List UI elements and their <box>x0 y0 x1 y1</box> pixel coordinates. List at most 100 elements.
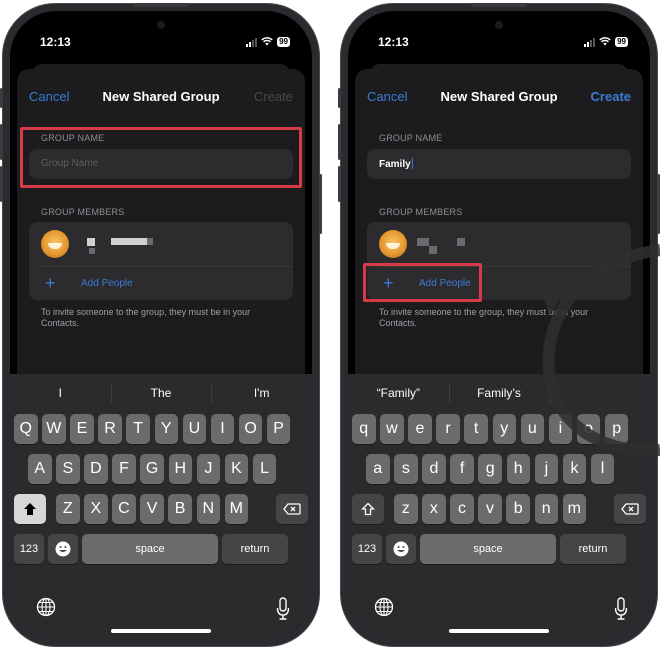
status-icons: 99 <box>584 35 628 49</box>
key[interactable]: U <box>182 414 207 444</box>
home-indicator[interactable] <box>449 629 549 633</box>
status-time: 12:13 <box>378 35 409 49</box>
wifi-icon <box>261 35 273 49</box>
add-people-label: Add People <box>81 278 133 289</box>
key[interactable]: z <box>394 494 418 524</box>
key[interactable]: r <box>436 414 460 444</box>
key[interactable]: I <box>210 414 235 444</box>
side-button <box>338 88 341 108</box>
key[interactable]: h <box>506 454 530 484</box>
key[interactable]: R <box>98 414 122 444</box>
member-row[interactable] <box>367 222 631 266</box>
key[interactable]: Q <box>14 414 38 444</box>
emoji-key[interactable] <box>386 534 416 564</box>
globe-icon[interactable] <box>374 597 394 622</box>
key[interactable]: J <box>196 454 221 484</box>
key[interactable]: x <box>422 494 446 524</box>
return-key[interactable]: return <box>222 534 288 564</box>
keyboard: I The I'm Q W E R T Y U I O P A S D F G H J K L Z X C V B N M 123 spac… <box>10 374 312 639</box>
front-camera <box>495 21 503 29</box>
key[interactable]: E <box>70 414 94 444</box>
key[interactable]: i <box>548 414 573 444</box>
key[interactable]: j <box>534 454 559 484</box>
add-people-row[interactable]: + Add People <box>29 268 293 300</box>
key[interactable]: e <box>408 414 432 444</box>
suggestion[interactable]: Family’s <box>449 386 550 400</box>
key[interactable]: A <box>28 454 52 484</box>
suggestion-divider <box>211 383 213 403</box>
key[interactable]: N <box>196 494 220 524</box>
key[interactable]: X <box>84 494 108 524</box>
delete-key[interactable] <box>614 494 646 524</box>
create-button[interactable]: Create <box>254 89 293 104</box>
key[interactable]: t <box>464 414 488 444</box>
key[interactable]: Y <box>154 414 178 444</box>
key[interactable]: H <box>168 454 192 484</box>
key[interactable]: d <box>422 454 446 484</box>
key[interactable]: s <box>394 454 418 484</box>
cancel-button[interactable]: Cancel <box>29 89 69 104</box>
key[interactable]: T <box>126 414 150 444</box>
key[interactable]: F <box>112 454 136 484</box>
key[interactable]: G <box>140 454 164 484</box>
member-row[interactable] <box>29 222 293 266</box>
key[interactable]: S <box>56 454 80 484</box>
delete-key[interactable] <box>276 494 308 524</box>
suggestion[interactable]: “Family” <box>348 386 449 400</box>
key[interactable]: b <box>506 494 530 524</box>
suggestion[interactable]: I <box>10 386 111 400</box>
key[interactable]: K <box>224 454 249 484</box>
key[interactable]: o <box>576 414 601 444</box>
key[interactable]: Z <box>56 494 80 524</box>
key[interactable]: D <box>84 454 108 484</box>
cancel-button[interactable]: Cancel <box>367 89 407 104</box>
key[interactable]: C <box>112 494 136 524</box>
key[interactable]: v <box>478 494 502 524</box>
create-button[interactable]: Create <box>591 89 631 104</box>
space-key[interactable]: space <box>420 534 556 564</box>
key[interactable]: k <box>562 454 587 484</box>
microphone-icon[interactable] <box>276 597 290 621</box>
key[interactable]: a <box>366 454 390 484</box>
key[interactable]: y <box>492 414 516 444</box>
key[interactable]: V <box>140 494 164 524</box>
group-name-field[interactable]: Family <box>367 149 631 179</box>
suggestion[interactable]: The <box>111 386 212 400</box>
key[interactable]: p <box>604 414 629 444</box>
key[interactable]: B <box>168 494 192 524</box>
key[interactable]: u <box>520 414 545 444</box>
return-key[interactable]: return <box>560 534 626 564</box>
key[interactable]: P <box>266 414 291 444</box>
key[interactable]: O <box>238 414 263 444</box>
keyboard: “Family” Family’s q w e r t y u i o p a s d f g h j k l z x c v b… <box>348 374 650 639</box>
key[interactable]: W <box>42 414 66 444</box>
emoji-key[interactable] <box>48 534 78 564</box>
shift-key[interactable] <box>14 494 46 524</box>
highlight-box <box>20 127 302 188</box>
key-row-2: asdfghjkl <box>348 454 650 484</box>
numbers-key[interactable]: 123 <box>14 534 44 564</box>
suggestion-divider <box>110 383 112 403</box>
avatar-memoji <box>386 243 400 249</box>
key[interactable]: g <box>478 454 502 484</box>
group-name-value[interactable]: Family <box>379 158 413 170</box>
globe-icon[interactable] <box>36 597 56 622</box>
home-indicator[interactable] <box>111 629 211 633</box>
space-key[interactable]: space <box>82 534 218 564</box>
key[interactable]: l <box>590 454 615 484</box>
text-cursor <box>411 158 413 169</box>
key[interactable]: L <box>252 454 277 484</box>
key[interactable]: w <box>380 414 404 444</box>
key[interactable]: f <box>450 454 474 484</box>
key[interactable]: m <box>562 494 587 524</box>
suggestion[interactable]: I'm <box>211 386 312 400</box>
key[interactable]: M <box>224 494 249 524</box>
redacted-member-name <box>87 238 95 246</box>
screen: 12:13 99 Cancel New Shared Group Create GROUP… <box>348 11 650 639</box>
key[interactable]: q <box>352 414 376 444</box>
key[interactable]: c <box>450 494 474 524</box>
numbers-key[interactable]: 123 <box>352 534 382 564</box>
microphone-icon[interactable] <box>614 597 628 621</box>
shift-key[interactable] <box>352 494 384 524</box>
key[interactable]: n <box>534 494 558 524</box>
